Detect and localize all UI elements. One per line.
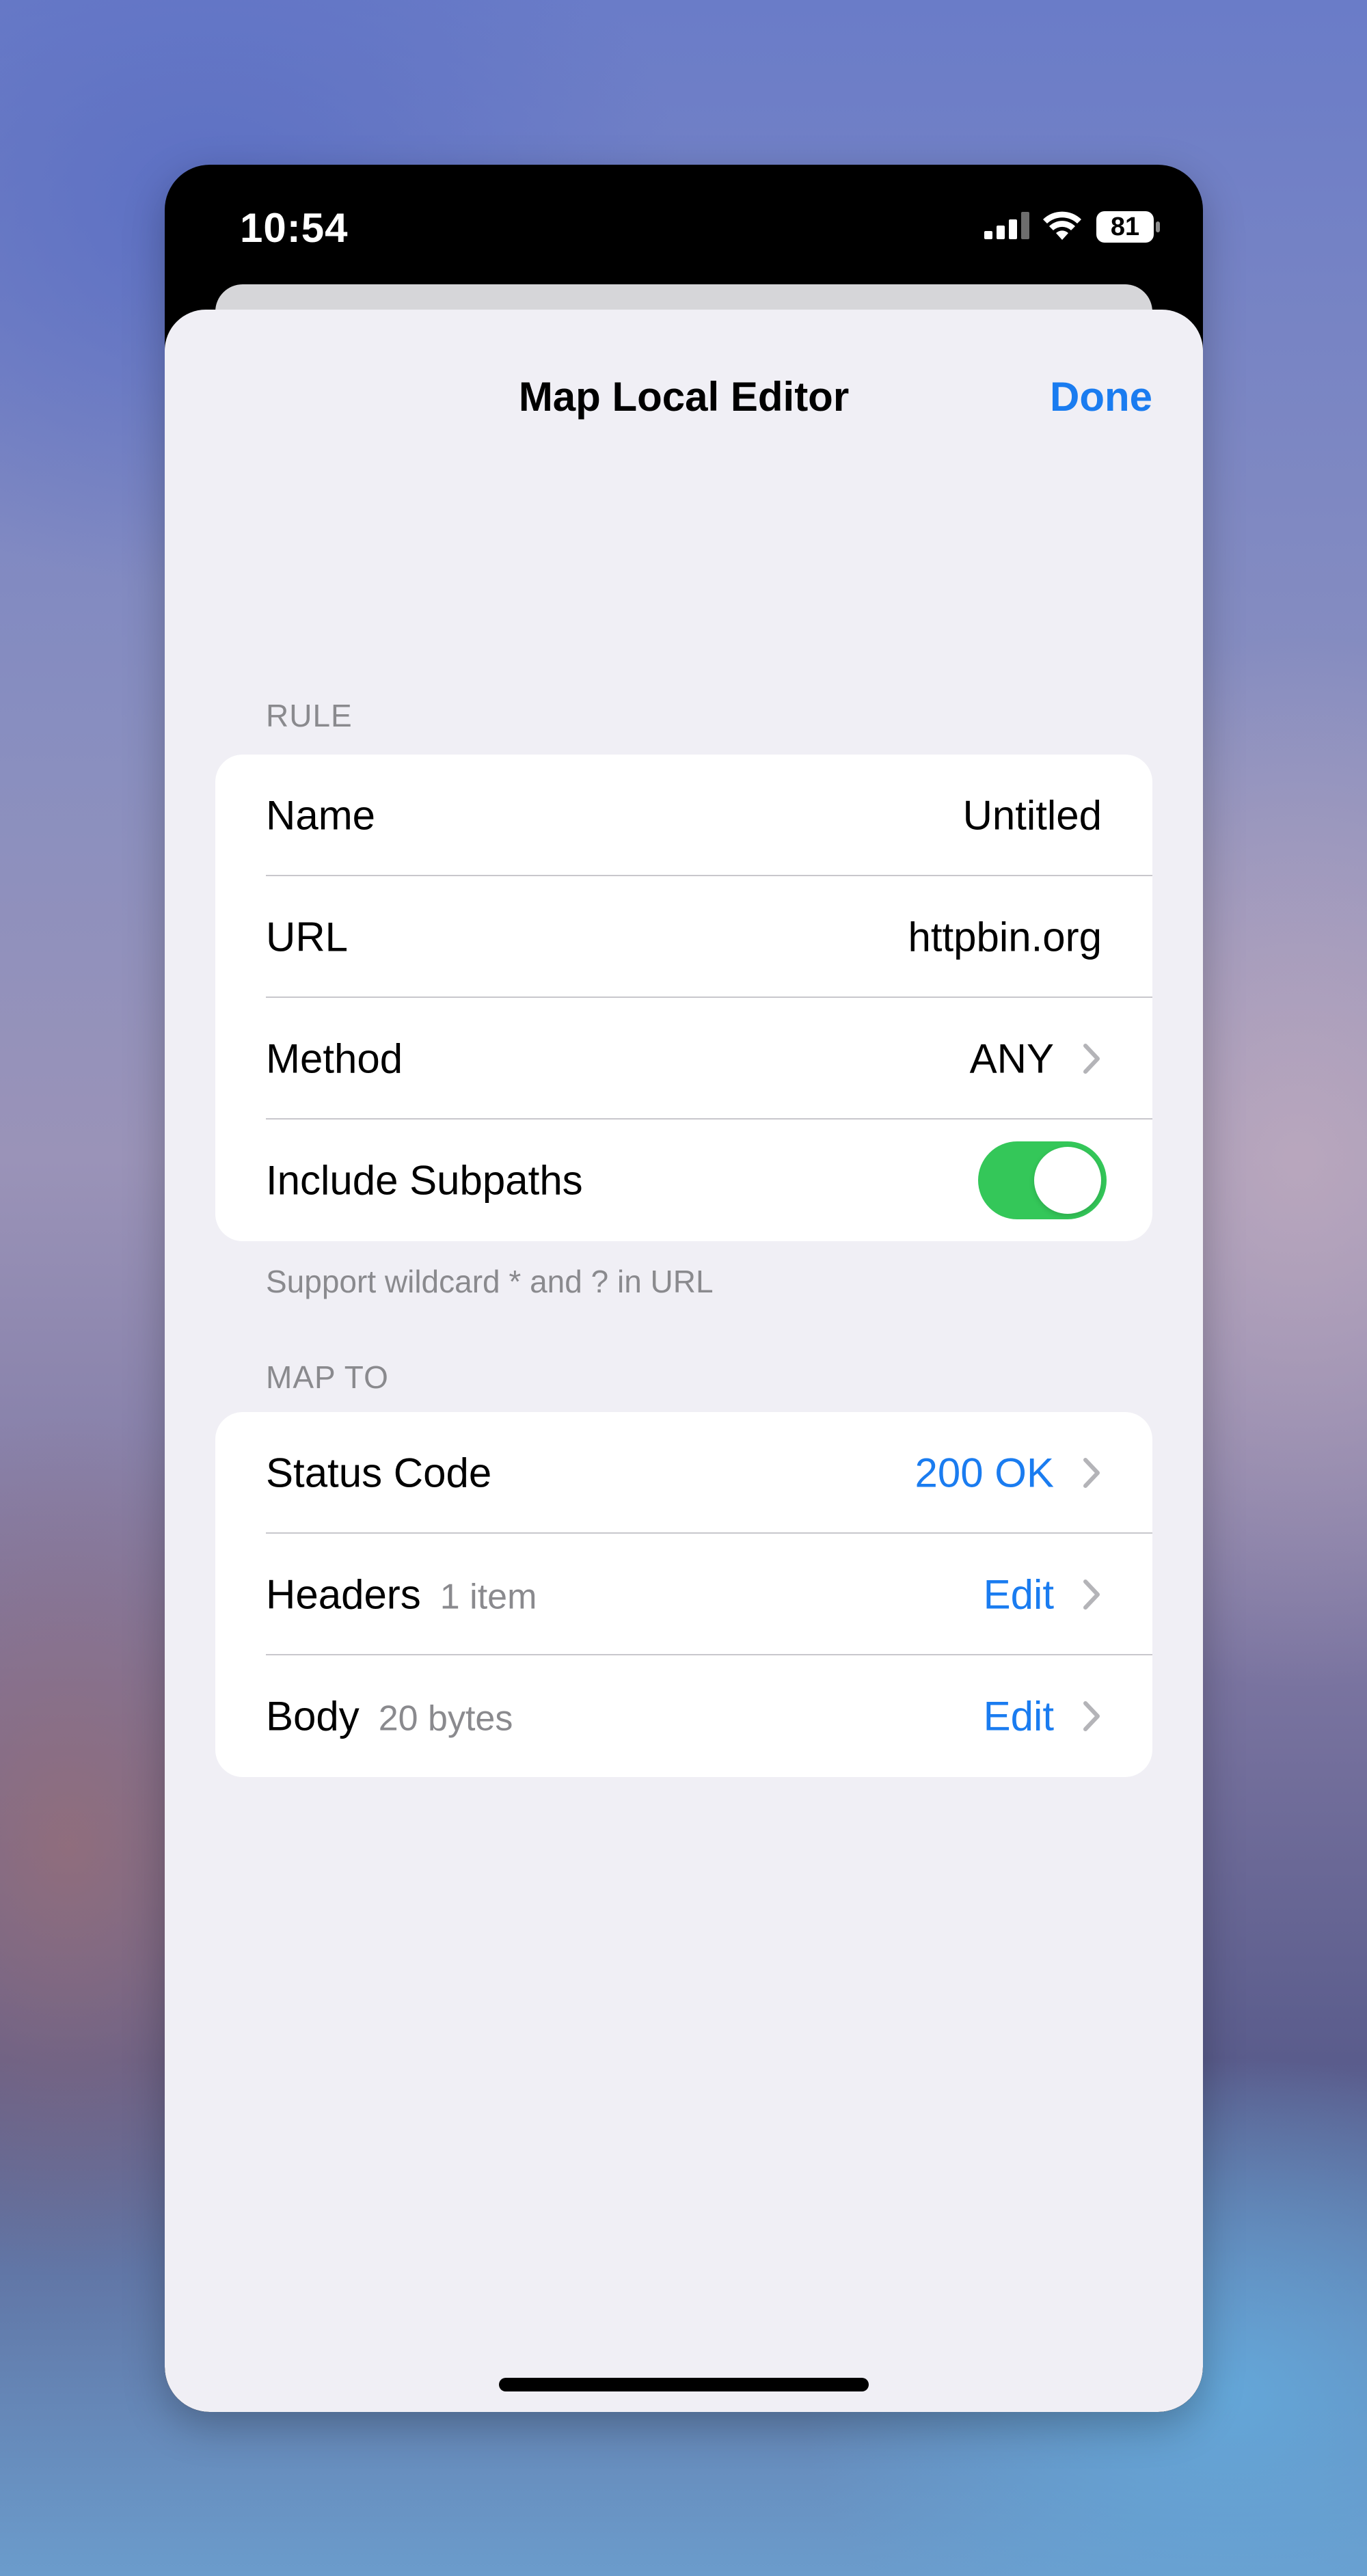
- headers-title: Headers: [266, 1571, 421, 1618]
- url-label: URL: [266, 914, 349, 960]
- map-to-card: Status Code 200 OK Headers 1 item Edit Bo…: [215, 1412, 1152, 1777]
- status-code-value[interactable]: 200 OK: [915, 1450, 1054, 1497]
- phone-screen: 10:54 81 Map Local Editor Done RULE Name…: [165, 165, 1203, 2412]
- headers-count: 1 item: [439, 1577, 537, 1617]
- toggle-knob: [1034, 1147, 1101, 1214]
- section-header-rule: RULE: [266, 698, 353, 733]
- name-field[interactable]: Untitled: [963, 792, 1102, 839]
- home-indicator[interactable]: [499, 2378, 869, 2391]
- chevron-right-icon: [1083, 1701, 1100, 1731]
- include-subpaths-toggle[interactable]: [978, 1141, 1107, 1219]
- done-button[interactable]: Done: [1050, 373, 1152, 420]
- battery-level: 81: [1110, 213, 1140, 241]
- status-code-label: Status Code: [266, 1450, 492, 1496]
- body-size: 20 bytes: [378, 1698, 513, 1739]
- headers-row[interactable]: Headers 1 item Edit: [215, 1534, 1152, 1655]
- method-label: Method: [266, 1035, 403, 1082]
- status-bar: 10:54 81: [165, 165, 1203, 288]
- wifi-icon: [1043, 211, 1081, 243]
- section-header-map-to: MAP TO: [266, 1359, 389, 1395]
- section-footer-rule: Support wildcard * and ? in URL: [266, 1264, 714, 1299]
- include-subpaths-row: Include Subpaths: [215, 1120, 1152, 1241]
- cellular-signal-icon: [984, 211, 1029, 243]
- name-row[interactable]: Name Untitled: [215, 755, 1152, 876]
- body-edit-button[interactable]: Edit: [984, 1693, 1054, 1740]
- body-row[interactable]: Body 20 bytes Edit: [215, 1655, 1152, 1777]
- name-label: Name: [266, 792, 376, 839]
- chevron-right-icon: [1083, 1580, 1100, 1610]
- headers-label: Headers 1 item: [266, 1571, 537, 1618]
- battery-icon: 81: [1095, 210, 1161, 244]
- chevron-right-icon: [1083, 1044, 1100, 1074]
- rule-card: Name Untitled URL httpbin.org Method ANY…: [215, 755, 1152, 1241]
- url-row[interactable]: URL httpbin.org: [215, 876, 1152, 998]
- headers-edit-button[interactable]: Edit: [984, 1571, 1054, 1618]
- include-subpaths-label: Include Subpaths: [266, 1157, 583, 1204]
- method-row[interactable]: Method ANY: [215, 998, 1152, 1120]
- body-title: Body: [266, 1693, 360, 1739]
- status-time: 10:54: [240, 205, 349, 251]
- body-label: Body 20 bytes: [266, 1693, 513, 1740]
- method-value: ANY: [969, 1035, 1054, 1082]
- editor-sheet: Map Local Editor Done RULE Name Untitled…: [165, 310, 1203, 2412]
- url-field[interactable]: httpbin.org: [908, 914, 1102, 961]
- page-title: Map Local Editor: [518, 374, 850, 420]
- status-code-row[interactable]: Status Code 200 OK: [215, 1412, 1152, 1534]
- chevron-right-icon: [1083, 1458, 1100, 1488]
- status-icons: 81: [984, 210, 1161, 244]
